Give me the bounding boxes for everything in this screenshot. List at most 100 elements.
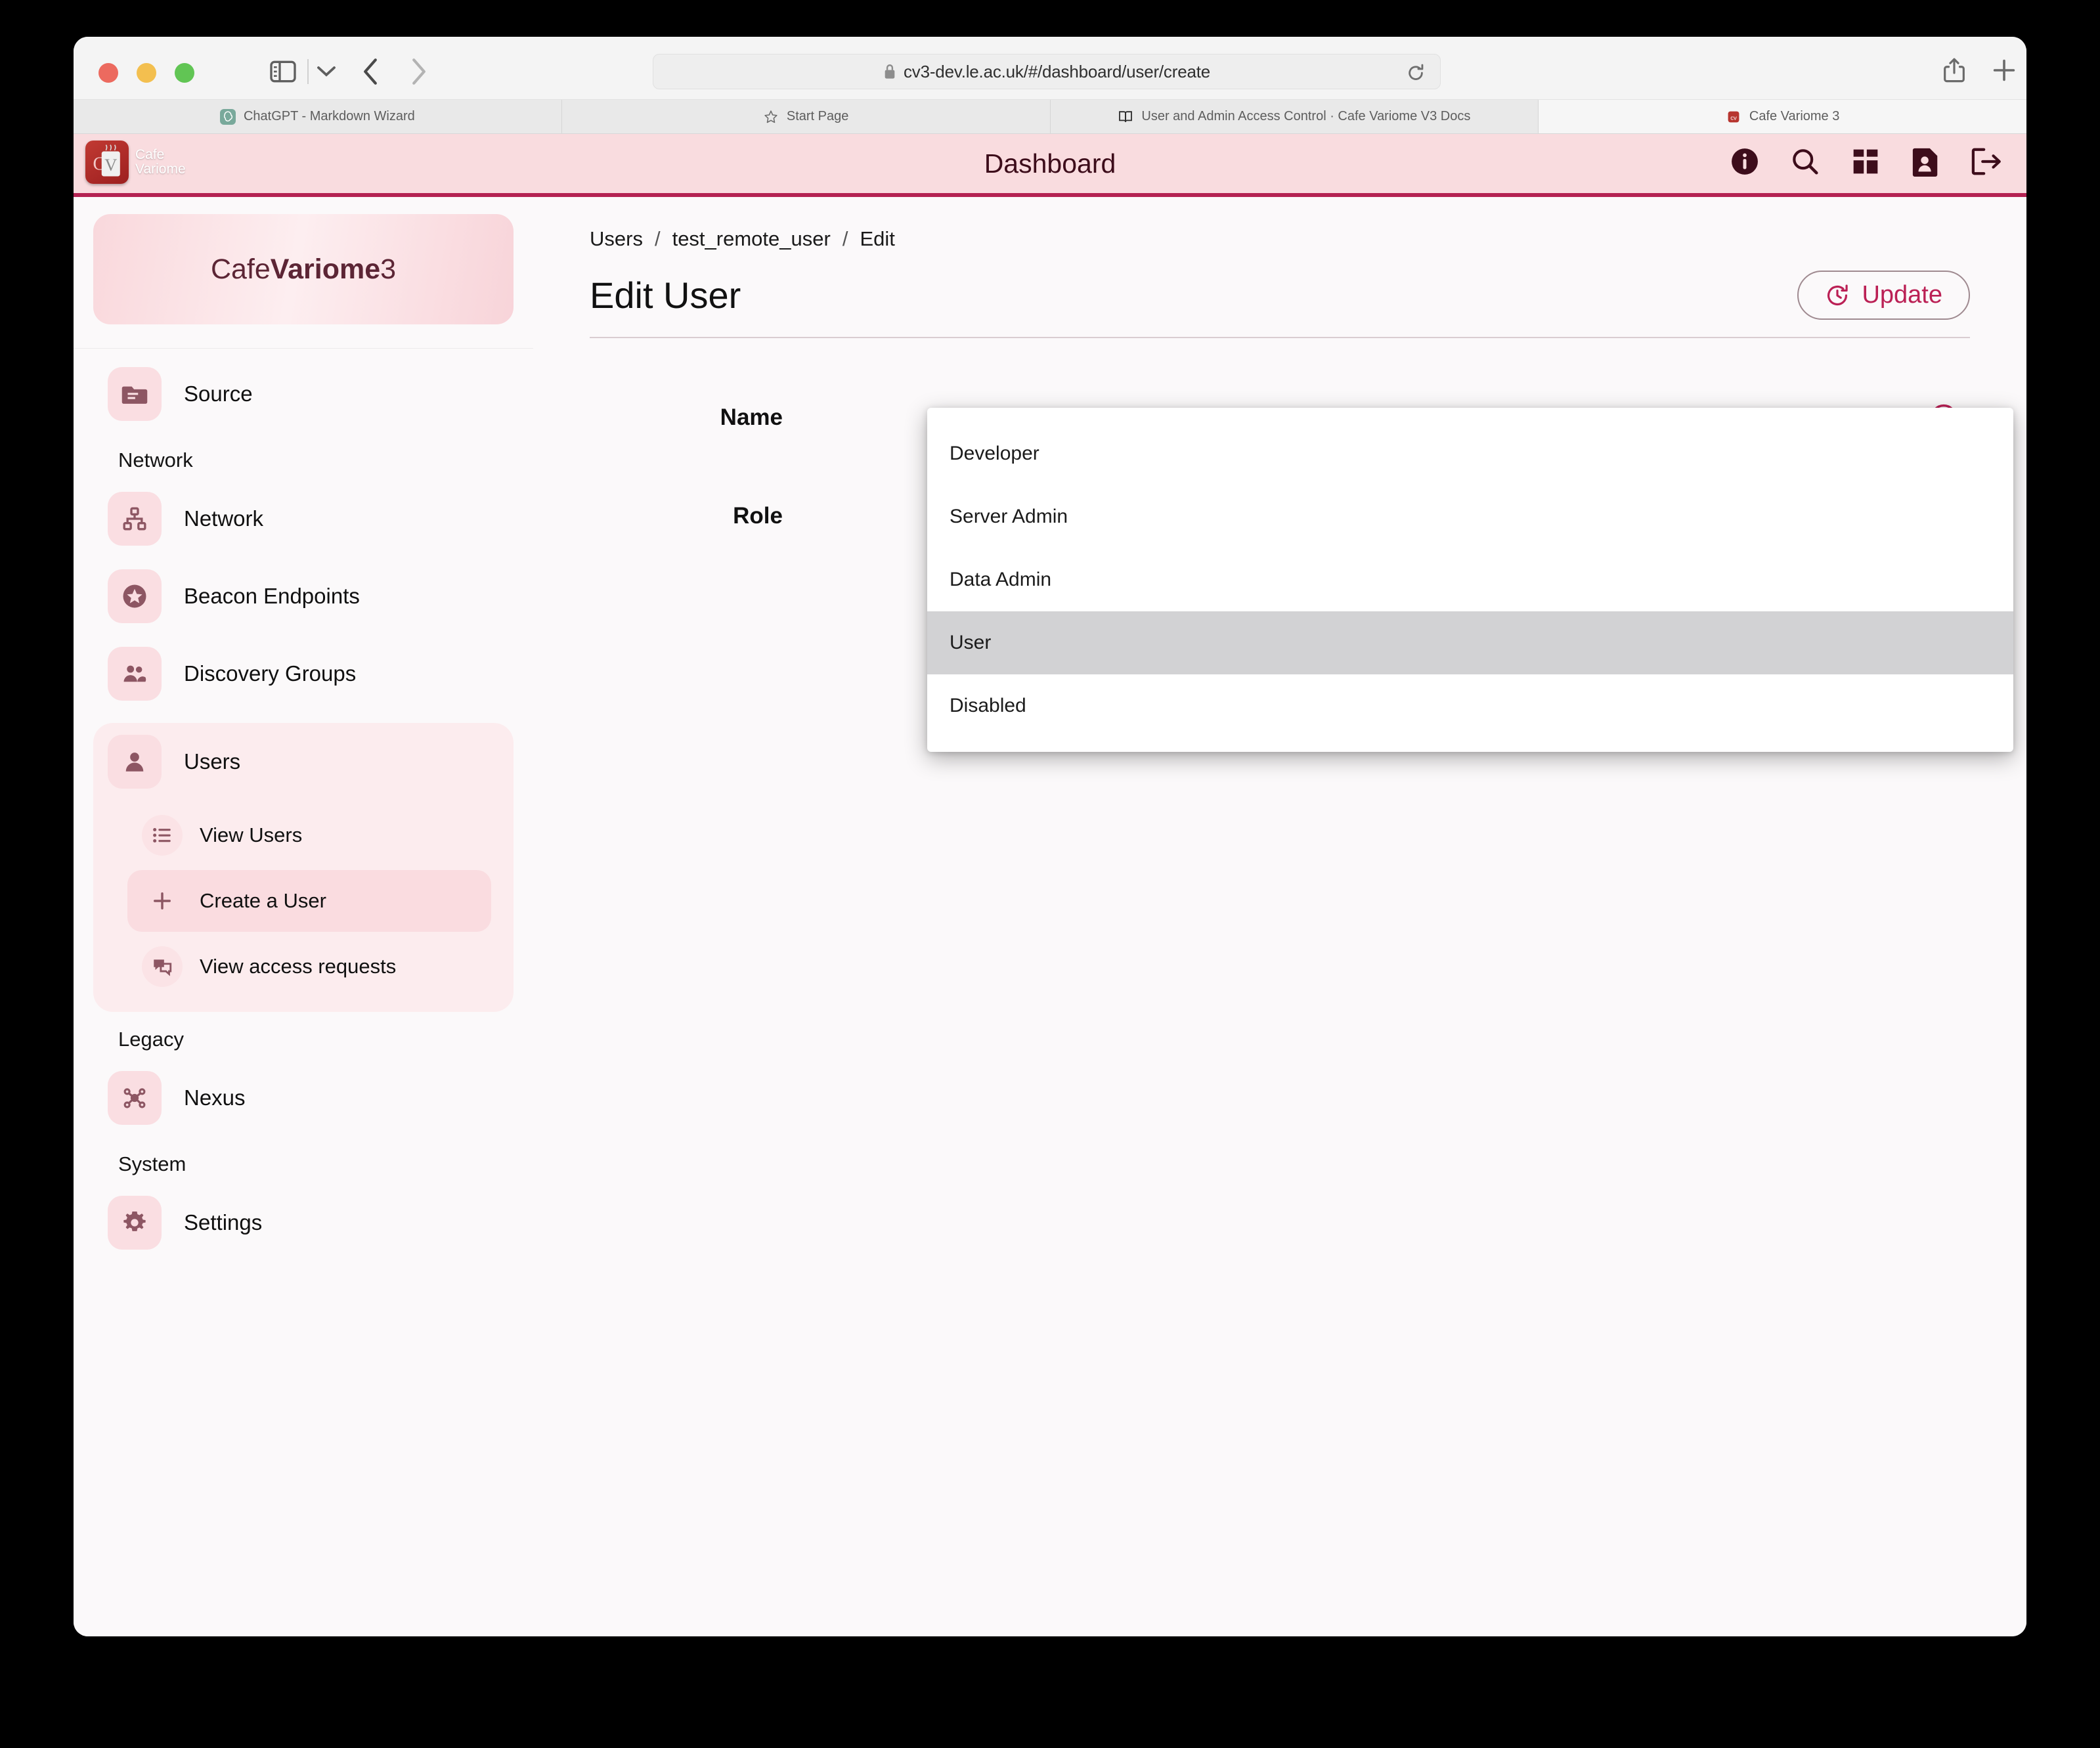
sidebar-brand-suffix: 3 <box>380 253 397 285</box>
nexus-icon <box>108 1071 162 1125</box>
dropdown-option-server-admin[interactable]: Server Admin <box>927 485 2013 548</box>
sidebar-item-label: Users <box>184 749 241 774</box>
plus-icon <box>142 881 183 921</box>
logout-icon[interactable] <box>1971 146 2002 177</box>
dropdown-option-label: Server Admin <box>950 506 1068 527</box>
plus-icon[interactable] <box>1990 55 2019 85</box>
breadcrumb-separator: / <box>842 227 848 250</box>
title-divider <box>590 337 1970 338</box>
sidebar: Cafe Variome 3 Source Network Network Be… <box>74 197 533 1632</box>
chevron-down-icon[interactable] <box>315 60 338 83</box>
sidebar-brand-bold: Variome <box>270 253 381 285</box>
tab-strip: ChatGPT - Markdown Wizard Start Page Use… <box>74 100 2026 134</box>
sidebar-item-discovery-groups[interactable]: Discovery Groups <box>74 635 533 712</box>
dropdown-option-label: User <box>950 632 992 653</box>
tab-title: Cafe Variome 3 <box>1749 109 1840 123</box>
dropdown-option-label: Disabled <box>950 695 1026 716</box>
sidebar-section-system: System <box>118 1152 186 1175</box>
reload-icon[interactable] <box>1406 63 1426 83</box>
sidebar-item-label: Beacon Endpoints <box>184 584 360 608</box>
role-field-label: Role <box>733 503 783 529</box>
browser-tab[interactable]: User and Admin Access Control · Cafe Var… <box>1050 100 1539 133</box>
dropdown-option-label: Data Admin <box>950 569 1052 590</box>
gear-icon <box>108 1196 162 1250</box>
app-header: C V Cafe Variome Dashboard <box>74 134 2026 197</box>
clock-refresh-icon <box>1825 283 1850 308</box>
dropdown-option-disabled[interactable]: Disabled <box>927 674 2013 737</box>
sidebar-subitem-label: View access requests <box>200 954 397 978</box>
browser-toolbar: cv3-dev.le.ac.uk/#/dashboard/user/create <box>74 37 2026 100</box>
svg-text:cv: cv <box>1730 114 1737 121</box>
search-icon[interactable] <box>1790 146 1820 177</box>
dropdown-option-label: Developer <box>950 443 1039 464</box>
sidebar-subitem-view-users[interactable]: View Users <box>127 804 491 866</box>
sidebar-section-legacy: Legacy <box>118 1028 184 1051</box>
info-icon[interactable] <box>1730 146 1760 177</box>
sidebar-subitem-create-a-user[interactable]: Create a User <box>127 870 491 932</box>
sidebar-toggle-icon[interactable] <box>265 56 301 87</box>
sidebar-item-label: Settings <box>184 1210 263 1235</box>
share-icon[interactable] <box>1940 55 1969 85</box>
star-circle-icon <box>108 569 162 623</box>
sidebar-subitem-label: Create a User <box>200 888 326 912</box>
role-dropdown-menu[interactable]: Developer Server Admin Data Admin User D… <box>927 408 2013 752</box>
chevron-left-icon[interactable] <box>356 56 385 87</box>
user-document-icon[interactable] <box>1911 146 1941 177</box>
dropdown-option-data-admin[interactable]: Data Admin <box>927 548 2013 611</box>
chatgpt-icon <box>219 108 236 125</box>
sidebar-item-label: Nexus <box>184 1085 246 1110</box>
sidebar-item-source[interactable]: Source <box>74 355 533 433</box>
sidebar-item-settings[interactable]: Settings <box>74 1184 533 1261</box>
maximize-window-button[interactable] <box>175 63 194 83</box>
sidebar-item-beacon-endpoints[interactable]: Beacon Endpoints <box>74 557 533 635</box>
tab-title: Start Page <box>786 109 849 123</box>
tab-title: User and Admin Access Control · Cafe Var… <box>1141 109 1471 123</box>
sidebar-group-users: Users View Users Create a User View acce… <box>93 723 514 1012</box>
breadcrumb-item-edit: Edit <box>860 227 895 250</box>
person-icon <box>108 735 162 789</box>
sidebar-item-label: Source <box>184 382 253 406</box>
app-header-icon-group <box>1730 134 2002 189</box>
sidebar-item-label: Discovery Groups <box>184 661 357 686</box>
breadcrumb-item-users[interactable]: Users <box>590 227 643 251</box>
page-title-row: Edit User Update <box>590 271 1970 320</box>
sidebar-subitem-view-access-requests[interactable]: View access requests <box>127 936 491 997</box>
lock-icon <box>883 63 896 80</box>
sidebar-item-network[interactable]: Network <box>74 480 533 557</box>
minimize-window-button[interactable] <box>137 63 156 83</box>
sidebar-brand-card: Cafe Variome 3 <box>93 214 514 324</box>
window-bottom-strip <box>74 1632 2026 1636</box>
breadcrumb: Users / test_remote_user / Edit <box>590 227 1970 251</box>
browser-tab[interactable]: ChatGPT - Markdown Wizard <box>74 100 562 133</box>
close-window-button[interactable] <box>98 63 118 83</box>
sidebar-item-nexus[interactable]: Nexus <box>74 1059 533 1137</box>
sidebar-item-label: Network <box>184 506 264 531</box>
address-bar[interactable]: cv3-dev.le.ac.uk/#/dashboard/user/create <box>653 54 1441 89</box>
dropdown-option-developer[interactable]: Developer <box>927 422 2013 485</box>
book-icon <box>1118 109 1133 125</box>
update-button-label: Update <box>1862 281 1942 309</box>
list-icon <box>142 815 183 856</box>
sidebar-item-users[interactable]: Users <box>93 723 514 800</box>
browser-tab-active[interactable]: cv Cafe Variome 3 <box>1539 100 2026 133</box>
name-field-label: Name <box>720 404 783 430</box>
sitemap-icon <box>108 492 162 546</box>
chat-icon <box>142 946 183 987</box>
cafe-variome-icon: cv <box>1726 109 1741 125</box>
sidebar-section-network: Network <box>118 448 193 471</box>
people-icon <box>108 647 162 701</box>
chevron-right-icon[interactable] <box>405 56 433 87</box>
window-controls <box>98 63 194 83</box>
star-icon <box>763 109 779 125</box>
address-bar-url: cv3-dev.le.ac.uk/#/dashboard/user/create <box>903 61 1210 81</box>
sidebar-subitem-label: View Users <box>200 823 303 846</box>
breadcrumb-item-username[interactable]: test_remote_user <box>672 227 831 251</box>
browser-window: cv3-dev.le.ac.uk/#/dashboard/user/create <box>74 37 2026 1636</box>
dashboard-grid-icon[interactable] <box>1850 146 1881 177</box>
sidebar-nav: Source Network Network Beacon Endpoints … <box>74 349 533 1261</box>
browser-tab[interactable]: Start Page <box>561 100 1051 133</box>
sidebar-brand-prefix: Cafe <box>210 253 271 285</box>
dropdown-option-user[interactable]: User <box>927 611 2013 674</box>
tab-title: ChatGPT - Markdown Wizard <box>243 109 415 123</box>
update-button[interactable]: Update <box>1797 271 1970 320</box>
